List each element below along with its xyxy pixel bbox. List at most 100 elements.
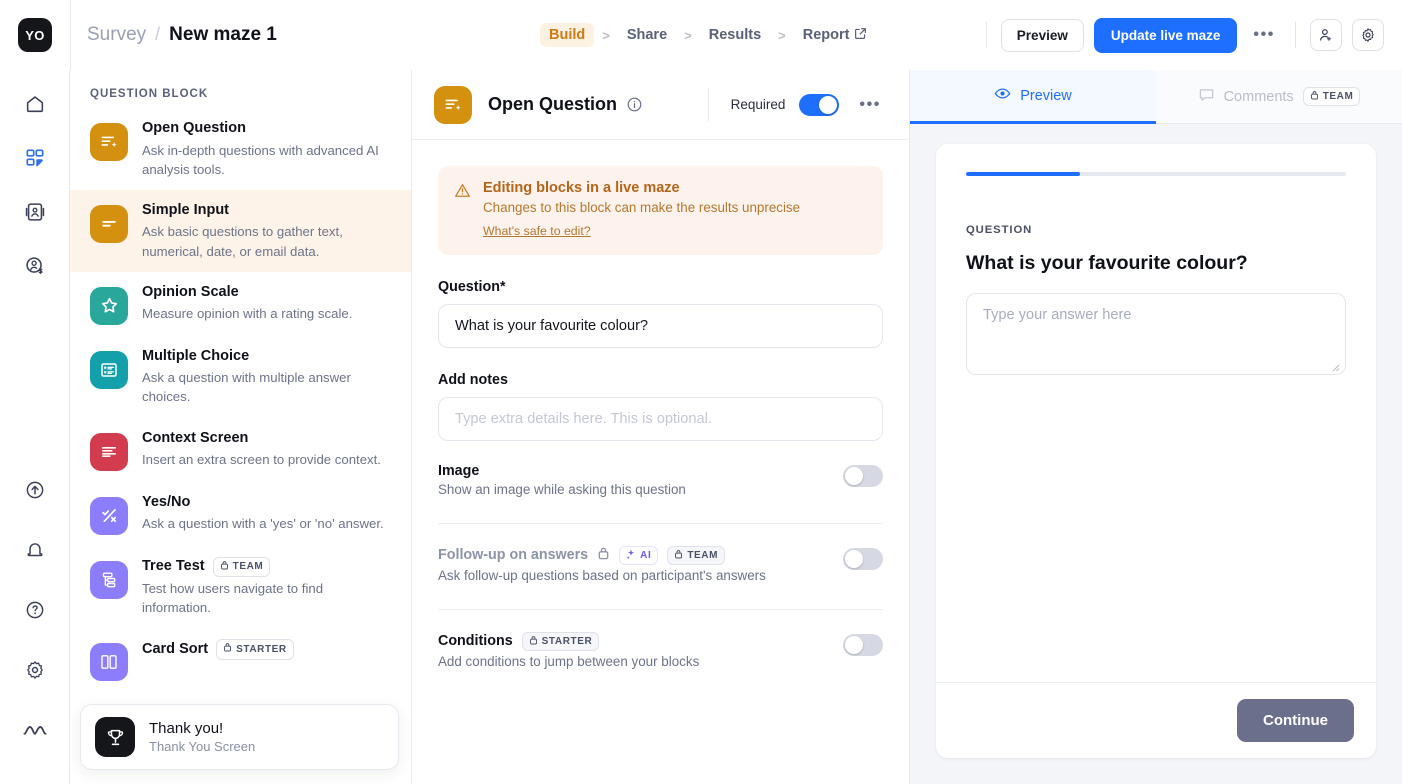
step-build[interactable]: Build: [540, 23, 594, 47]
block-name-label: Tree Test: [142, 557, 205, 577]
block-desc: Ask basic questions to gather text, nume…: [142, 222, 393, 260]
block-item-simple-input[interactable]: Simple Input Ask basic questions to gath…: [70, 190, 411, 272]
setting-title-label: Conditions: [438, 633, 513, 649]
panels-container: QUESTION BLOCK Open Question: [70, 70, 1402, 784]
step-separator-3: >: [774, 28, 790, 43]
block-item-tree-test[interactable]: Tree Test TEAM: [70, 546, 411, 629]
block-name: Simple Input: [142, 201, 393, 221]
notes-field-label: Add notes: [438, 372, 883, 388]
setting-badge-team: TEAM: [667, 546, 725, 565]
header-divider: [708, 88, 709, 122]
open-question-icon: [434, 86, 472, 124]
setting-texts: Image Show an image while asking this qu…: [438, 463, 686, 497]
block-item-context-screen[interactable]: Context Screen Insert an extra screen to…: [70, 418, 411, 482]
setting-badge-team-label: TEAM: [687, 550, 718, 561]
block-name: Yes/No: [142, 493, 384, 513]
step-report[interactable]: Report: [794, 23, 877, 48]
setting-title-label: Follow-up on answers: [438, 547, 588, 563]
rail-bottom-group: [15, 470, 55, 770]
rail-item-maze-logo[interactable]: [15, 710, 55, 750]
app-logo[interactable]: YO: [18, 18, 52, 52]
block-editor-header-actions: Required •••: [708, 88, 887, 122]
info-icon[interactable]: [626, 96, 643, 113]
block-desc: Measure opinion with a rating scale.: [142, 304, 352, 323]
breadcrumb-parent[interactable]: Survey: [87, 24, 146, 46]
invite-user-button[interactable]: [1310, 19, 1342, 51]
block-name: Tree Test TEAM: [142, 557, 393, 578]
alert-link[interactable]: What's safe to edit?: [483, 224, 591, 238]
resize-grip-icon[interactable]: [1330, 360, 1340, 370]
setting-title: Image: [438, 463, 686, 479]
setting-texts: Conditions STARTER: [438, 632, 699, 669]
block-desc: Insert an extra screen to provide contex…: [142, 450, 381, 469]
preview-tabs: Preview Comments: [910, 70, 1402, 124]
rail-item-home[interactable]: [15, 84, 55, 124]
rail-item-notifications[interactable]: [15, 530, 55, 570]
toggle-knob: [845, 467, 863, 485]
step-results[interactable]: Results: [700, 23, 770, 47]
gear-icon: [1360, 27, 1376, 43]
rail-item-templates[interactable]: [15, 192, 55, 232]
simple-input-icon: [90, 205, 128, 243]
block-item-open-question[interactable]: Open Question Ask in-depth questions wit…: [70, 108, 411, 190]
thank-you-texts: Thank you! Thank You Screen: [149, 720, 255, 754]
external-link-icon: [854, 27, 867, 44]
thank-you-screen-card[interactable]: Thank you! Thank You Screen: [80, 704, 399, 770]
required-toggle[interactable]: [799, 94, 839, 116]
tab-comments-badge: TEAM: [1303, 87, 1361, 106]
tab-comments[interactable]: Comments TEAM: [1156, 70, 1402, 124]
multiple-choice-icon: [90, 351, 128, 389]
logo-container[interactable]: YO: [0, 18, 70, 52]
add-person-icon: [1318, 27, 1334, 43]
question-blocks-scroll[interactable]: QUESTION BLOCK Open Question: [70, 70, 411, 784]
image-toggle[interactable]: [843, 465, 883, 487]
block-name-label: Open Question: [142, 119, 246, 139]
top-bar: YO Survey / New maze 1 Build > Share > R…: [0, 0, 1402, 70]
breadcrumb-current[interactable]: New maze 1: [169, 24, 277, 46]
step-separator-1: >: [598, 28, 614, 43]
top-actions: Preview Update live maze •••: [982, 18, 1402, 53]
question-blocks-title: QUESTION BLOCK: [70, 88, 411, 108]
upgrade-icon: [24, 479, 46, 501]
block-name-label: Multiple Choice: [142, 347, 249, 367]
required-label: Required: [731, 97, 786, 112]
settings-button[interactable]: [1352, 19, 1384, 51]
block-item-opinion-scale[interactable]: Opinion Scale Measure opinion with a rat…: [70, 272, 411, 336]
left-rail: [0, 70, 70, 784]
open-question-icon: [90, 123, 128, 161]
block-texts: Context Screen Insert an extra screen to…: [142, 429, 381, 470]
conditions-toggle[interactable]: [843, 634, 883, 656]
rail-item-help[interactable]: [15, 590, 55, 630]
main-body: QUESTION BLOCK Open Question: [0, 70, 1402, 784]
settings-icon: [24, 659, 46, 681]
block-item-multiple-choice[interactable]: Multiple Choice Ask a question with mult…: [70, 336, 411, 418]
preview-button[interactable]: Preview: [1001, 19, 1084, 52]
block-more-button[interactable]: •••: [853, 96, 887, 114]
question-blocks-panel: QUESTION BLOCK Open Question: [70, 70, 412, 784]
alert-texts: Editing blocks in a live maze Changes to…: [483, 180, 800, 240]
toggle-knob: [819, 96, 837, 114]
setting-desc: Add conditions to jump between your bloc…: [438, 654, 699, 669]
rail-item-upgrade[interactable]: [15, 470, 55, 510]
block-desc: Ask a question with a 'yes' or 'no' answ…: [142, 514, 384, 533]
preview-panel: Preview Comments: [910, 70, 1402, 784]
continue-button[interactable]: Continue: [1237, 699, 1354, 742]
rail-item-panel[interactable]: [15, 246, 55, 286]
question-input[interactable]: What is your favourite colour?: [438, 304, 883, 348]
top-more-button[interactable]: •••: [1247, 26, 1281, 44]
projects-icon: [24, 147, 46, 169]
block-item-yes-no[interactable]: Yes/No Ask a question with a 'yes' or 'n…: [70, 482, 411, 546]
step-share[interactable]: Share: [618, 23, 676, 47]
rail-item-projects[interactable]: [15, 138, 55, 178]
notes-input[interactable]: Type extra details here. This is optiona…: [438, 397, 883, 441]
tab-preview[interactable]: Preview: [910, 70, 1156, 124]
breadcrumb-separator: /: [155, 24, 160, 45]
follow-up-toggle[interactable]: [843, 548, 883, 570]
block-item-card-sort[interactable]: Card Sort STARTER: [70, 628, 411, 692]
update-live-maze-button[interactable]: Update live maze: [1094, 18, 1238, 53]
question-field-label: Question*: [438, 279, 883, 295]
rail-item-settings[interactable]: [15, 650, 55, 690]
context-screen-icon: [90, 433, 128, 471]
preview-answer-input[interactable]: Type your answer here: [966, 293, 1346, 375]
setting-badge-ai: AI: [619, 546, 658, 565]
